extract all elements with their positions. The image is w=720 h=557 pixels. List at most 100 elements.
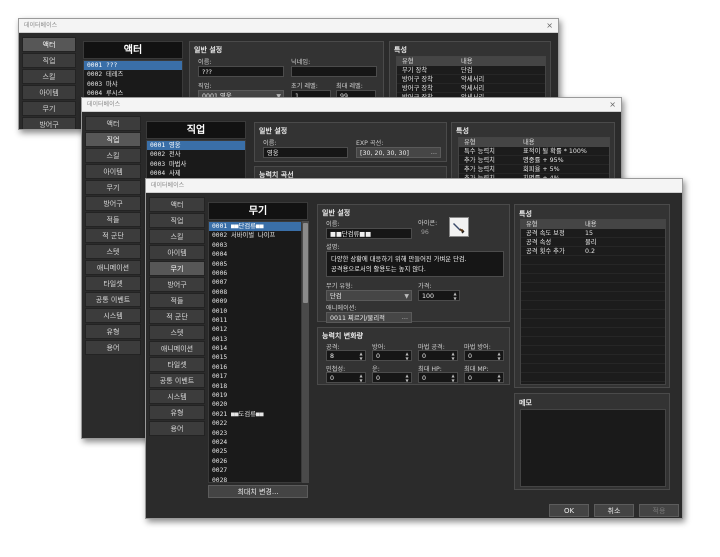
list-item[interactable]: 0028 bbox=[209, 476, 301, 482]
list-item[interactable]: 0014 bbox=[209, 344, 301, 353]
table-row-empty[interactable] bbox=[521, 319, 665, 328]
table-row-empty[interactable] bbox=[521, 346, 665, 355]
param-field-agility[interactable]: 0 ▲ ▼ bbox=[326, 372, 366, 383]
tab-weapons[interactable]: 무기 bbox=[22, 101, 76, 116]
list-item[interactable]: 0002 테레즈 bbox=[84, 70, 182, 79]
tab-weapons[interactable]: 무기 bbox=[149, 261, 205, 276]
spinner-arrows-icon[interactable]: ▲ ▼ bbox=[496, 373, 502, 382]
param-field-defense[interactable]: 0 ▲ ▼ bbox=[372, 350, 412, 361]
table-row-empty[interactable] bbox=[521, 292, 665, 301]
list-item[interactable]: 0003 마샤 bbox=[84, 80, 182, 89]
name-field[interactable]: ■■단검류■■ bbox=[326, 228, 412, 239]
ok-button[interactable]: OK bbox=[549, 504, 589, 517]
table-row[interactable]: 방어구 장착악세서리 bbox=[397, 84, 545, 93]
param-field-attack[interactable]: 8 ▲ ▼ bbox=[326, 350, 366, 361]
tab-tilesets[interactable]: 타일셋 bbox=[149, 357, 205, 372]
tab-actors[interactable]: 액터 bbox=[85, 116, 141, 131]
tab-types[interactable]: 유형 bbox=[85, 324, 141, 339]
list-item[interactable]: 0010 bbox=[209, 307, 301, 316]
table-row-empty[interactable] bbox=[521, 301, 665, 310]
list-item[interactable]: 0003 bbox=[209, 241, 301, 250]
tab-armors[interactable]: 방어구 bbox=[85, 196, 141, 211]
table-row-empty[interactable] bbox=[521, 337, 665, 346]
apply-button[interactable]: 적용 bbox=[639, 504, 679, 517]
table-row-empty[interactable] bbox=[521, 274, 665, 283]
weapon-list[interactable]: 0001 ■■단검류■■ 0002 서바이벌 나이프 0003 0004 000… bbox=[208, 221, 302, 483]
list-item[interactable]: 0003 마법사 bbox=[147, 160, 245, 169]
list-item[interactable]: 0022 bbox=[209, 419, 301, 428]
table-row-empty[interactable] bbox=[521, 310, 665, 319]
tab-states[interactable]: 스텟 bbox=[85, 244, 141, 259]
class-list[interactable]: 0001 영웅 0002 전사 0003 마법사 0004 사제 bbox=[146, 140, 246, 180]
tab-enemies[interactable]: 적들 bbox=[85, 212, 141, 227]
name-field[interactable]: ??? bbox=[198, 66, 284, 77]
animation-button[interactable]: 0011 찌르기/물리적… bbox=[326, 312, 412, 323]
tab-actors[interactable]: 액터 bbox=[22, 37, 76, 52]
list-item[interactable]: 0020 bbox=[209, 400, 301, 409]
list-item[interactable]: 0026 bbox=[209, 457, 301, 466]
weapon-type-select[interactable]: 단검 ▼ bbox=[326, 290, 412, 301]
tab-armors[interactable]: 방어구 bbox=[149, 277, 205, 292]
tab-animations[interactable]: 애니메이션 bbox=[149, 341, 205, 356]
spinner-arrows-icon[interactable]: ▲ ▼ bbox=[358, 373, 364, 382]
table-row[interactable]: 공격 속성 물리 bbox=[521, 238, 665, 247]
price-field[interactable]: 100 ▲ ▼ bbox=[418, 290, 460, 301]
list-scrollbar[interactable] bbox=[302, 221, 309, 483]
window-titlebar[interactable]: 데이터베이스 bbox=[146, 179, 682, 193]
spinner-arrows-icon[interactable]: ▲ ▼ bbox=[358, 351, 364, 360]
tab-common-events[interactable]: 공통 이벤트 bbox=[149, 373, 205, 388]
list-item[interactable]: 0011 bbox=[209, 316, 301, 325]
table-row[interactable]: 공격 속도 보정 15 bbox=[521, 229, 665, 238]
tab-classes[interactable]: 직업 bbox=[22, 53, 76, 68]
tab-items[interactable]: 아이템 bbox=[85, 164, 141, 179]
tab-troops[interactable]: 적 군단 bbox=[149, 309, 205, 324]
table-row-empty[interactable] bbox=[521, 283, 665, 292]
tab-skills[interactable]: 스킬 bbox=[22, 69, 76, 84]
tab-terms[interactable]: 용어 bbox=[149, 421, 205, 436]
dagger-icon[interactable] bbox=[449, 217, 469, 237]
tab-armors[interactable]: 방어구 bbox=[22, 117, 76, 129]
traits-table[interactable]: 유형 내용 특수 능력치 표적이 될 확률 * 100% 추가 능력치 명중률 + 9… bbox=[458, 137, 610, 183]
table-row-empty[interactable] bbox=[521, 265, 665, 274]
cancel-button[interactable]: 취소 bbox=[594, 504, 634, 517]
param-field-magic-attack[interactable]: 0 ▲ ▼ bbox=[418, 350, 458, 361]
list-item[interactable]: 0001 영웅 bbox=[147, 141, 245, 151]
tab-skills[interactable]: 스킬 bbox=[149, 229, 205, 244]
list-item[interactable]: 0018 bbox=[209, 382, 301, 391]
list-item[interactable]: 0009 bbox=[209, 297, 301, 306]
list-item[interactable]: 0027 bbox=[209, 466, 301, 475]
table-row[interactable]: 공격 횟수 추가 0.2 bbox=[521, 247, 665, 256]
note-textarea[interactable] bbox=[520, 409, 666, 487]
nickname-field[interactable] bbox=[291, 66, 377, 77]
param-field-max-mp[interactable]: 0 ▲ ▼ bbox=[464, 372, 504, 383]
traits-table[interactable]: 유형 내용 공격 속도 보정 15 공격 속성 물리 공격 횟수 추가 0.2 bbox=[520, 219, 666, 385]
tab-enemies[interactable]: 적들 bbox=[149, 293, 205, 308]
list-item[interactable]: 0001 ■■단검류■■ bbox=[209, 222, 301, 232]
list-item[interactable]: 0007 bbox=[209, 278, 301, 287]
list-item[interactable]: 0024 bbox=[209, 438, 301, 447]
list-item[interactable]: 0013 bbox=[209, 335, 301, 344]
tab-items[interactable]: 아이템 bbox=[22, 85, 76, 100]
spinner-arrows-icon[interactable]: ▲ ▼ bbox=[452, 291, 458, 300]
list-item[interactable]: 0002 서바이벌 나이프 bbox=[209, 231, 301, 240]
scrollbar-thumb[interactable] bbox=[303, 223, 308, 303]
list-item[interactable]: 0001 ??? bbox=[84, 61, 182, 71]
tab-animations[interactable]: 애니메이션 bbox=[85, 260, 141, 275]
table-row-empty[interactable] bbox=[521, 355, 665, 364]
tab-actors[interactable]: 액터 bbox=[149, 197, 205, 212]
tab-system[interactable]: 시스템 bbox=[85, 308, 141, 323]
tab-tilesets[interactable]: 타일셋 bbox=[85, 276, 141, 291]
tab-classes[interactable]: 직업 bbox=[149, 213, 205, 228]
list-item[interactable]: 0015 bbox=[209, 353, 301, 362]
list-item[interactable]: 0021 ■■도검류■■ bbox=[209, 410, 301, 419]
table-row[interactable]: 방어구 장착악세서리 bbox=[397, 75, 545, 84]
table-row-empty[interactable] bbox=[521, 373, 665, 382]
table-row[interactable]: 추가 능력치 회피율 + 5% bbox=[459, 165, 609, 174]
window-titlebar[interactable]: 데이터베이스 × bbox=[19, 19, 558, 33]
tab-items[interactable]: 아이템 bbox=[149, 245, 205, 260]
list-item[interactable]: 0004 bbox=[209, 250, 301, 259]
spinner-arrows-icon[interactable]: ▲ ▼ bbox=[404, 351, 410, 360]
list-item[interactable]: 0008 bbox=[209, 288, 301, 297]
tab-skills[interactable]: 스킬 bbox=[85, 148, 141, 163]
tab-troops[interactable]: 적 군단 bbox=[85, 228, 141, 243]
